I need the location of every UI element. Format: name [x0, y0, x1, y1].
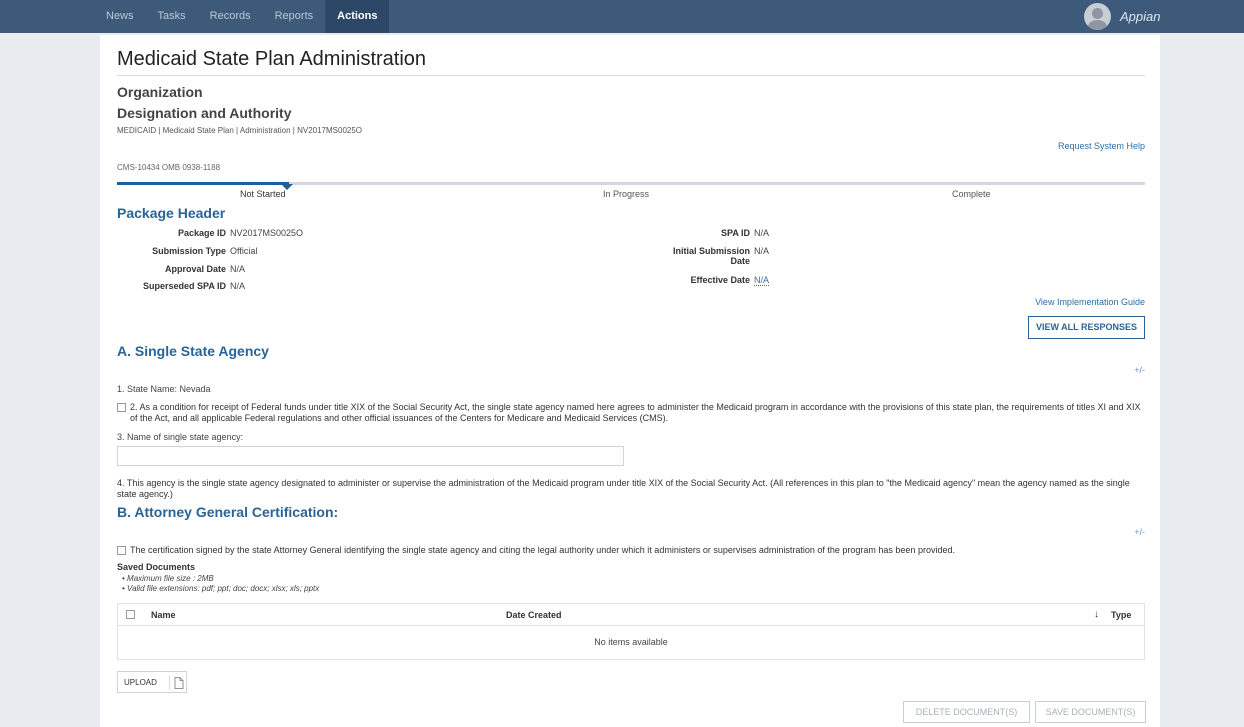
item4-text: 4. This agency is the single state agenc…	[117, 478, 1130, 499]
superseded-spa-id-value: N/A	[230, 281, 246, 291]
effective-date-label: Effective Date	[690, 275, 750, 285]
superseded-spa-id-label: Superseded SPA ID	[142, 281, 226, 291]
submission-type-value: Official	[230, 246, 258, 256]
progress-step-not-started: Not Started	[240, 189, 286, 199]
column-type[interactable]: Type	[1111, 610, 1131, 620]
single-state-agency-input[interactable]	[117, 446, 624, 466]
user-avatar[interactable]	[1084, 3, 1111, 30]
page-subtitle-designation: Designation and Authority	[117, 105, 292, 121]
delete-documents-button[interactable]: DELETE DOCUMENT(S)	[903, 701, 1030, 723]
main-nav: News Tasks Records Reports Actions	[106, 0, 390, 33]
upload-divider	[169, 676, 170, 690]
progress-fill	[117, 182, 289, 185]
progress-step-in-progress: In Progress	[603, 189, 650, 199]
upload-button-label[interactable]: UPLOAD	[124, 678, 157, 687]
grid-empty-message: No items available	[594, 637, 668, 647]
select-all-checkbox[interactable]	[126, 610, 135, 619]
top-nav-bar: News Tasks Records Reports Actions Appia…	[0, 0, 1244, 33]
section-a-toggle[interactable]: +/-	[1134, 365, 1145, 375]
breadcrumb: MEDICAID | Medicaid State Plan | Adminis…	[117, 126, 363, 135]
nav-actions[interactable]: Actions	[325, 0, 390, 33]
nav-records[interactable]: Records	[198, 0, 263, 33]
state-name-text: 1. State Name: Nevada	[117, 384, 211, 394]
implementation-guide-link[interactable]: View Implementation Guide	[1035, 297, 1145, 307]
main-card: Medicaid State Plan Administration Organ…	[100, 35, 1160, 727]
initial-submission-label-date: Date	[730, 256, 750, 266]
approval-date-label: Approval Date	[164, 264, 226, 274]
initial-submission-label: Initial Submission	[672, 246, 750, 256]
nav-tasks[interactable]: Tasks	[146, 0, 198, 33]
rule-max-size: • Maximum file size : 2MB	[122, 574, 214, 583]
item2-checkbox[interactable]	[117, 403, 126, 412]
progress-step-complete: Complete	[952, 189, 991, 199]
effective-date-value[interactable]: N/A	[754, 275, 770, 286]
page-title: Medicaid State Plan Administration	[117, 48, 427, 70]
approval-date-value: N/A	[230, 264, 246, 274]
nav-news[interactable]: News	[106, 0, 146, 33]
request-help-link[interactable]: Request System Help	[1058, 141, 1145, 151]
package-id-value: NV2017MS0025O	[230, 228, 304, 238]
item3-label: 3. Name of single state agency:	[117, 432, 244, 442]
spa-id-label: SPA ID	[720, 228, 750, 238]
submission-type-label: Submission Type	[152, 246, 226, 256]
nav-reports[interactable]: Reports	[263, 0, 326, 33]
rule-max-size-text: Maximum file size : 2MB	[127, 574, 214, 583]
rule-extensions: • Valid file extensions: pdf; ppt; doc; …	[122, 584, 320, 593]
brand-logo: Appian	[1120, 9, 1161, 24]
file-icon[interactable]	[174, 677, 184, 689]
package-header-title: Package Header	[117, 205, 226, 221]
certification-checkbox[interactable]	[117, 546, 126, 555]
certification-text: The certification signed by the state At…	[130, 545, 955, 555]
title-divider	[117, 75, 1145, 76]
saved-documents-label: Saved Documents	[117, 562, 196, 572]
section-b-toggle[interactable]: +/-	[1134, 527, 1145, 537]
rule-extensions-text: Valid file extensions: pdf; ppt; doc; do…	[127, 584, 320, 593]
view-all-responses-button[interactable]: VIEW ALL RESPONSES	[1028, 316, 1145, 339]
cms-number: CMS-10434 OMB 0938-1188	[117, 163, 221, 172]
spa-id-value: N/A	[754, 228, 770, 238]
upload-control[interactable]: UPLOAD	[117, 671, 187, 693]
avatar-body-shape	[1088, 20, 1107, 30]
column-name[interactable]: Name	[151, 610, 176, 620]
save-documents-button[interactable]: SAVE DOCUMENT(S)	[1035, 701, 1146, 723]
sort-down-icon[interactable]: ↓	[1094, 609, 1099, 620]
column-date-created[interactable]: Date Created	[506, 610, 562, 620]
initial-submission-value: N/A	[754, 246, 770, 256]
grid-header: Name Date Created ↓ Type	[118, 604, 1144, 626]
package-id-label: Package ID	[177, 228, 226, 238]
page-subtitle-organization: Organization	[117, 84, 203, 100]
avatar-head-shape	[1092, 8, 1103, 19]
documents-grid: Name Date Created ↓ Type No items availa…	[117, 603, 1145, 660]
item2-text: 2. As a condition for receipt of Federal…	[130, 402, 1141, 423]
section-b-title: B. Attorney General Certification:	[117, 504, 339, 520]
section-a-title: A. Single State Agency	[117, 343, 269, 359]
